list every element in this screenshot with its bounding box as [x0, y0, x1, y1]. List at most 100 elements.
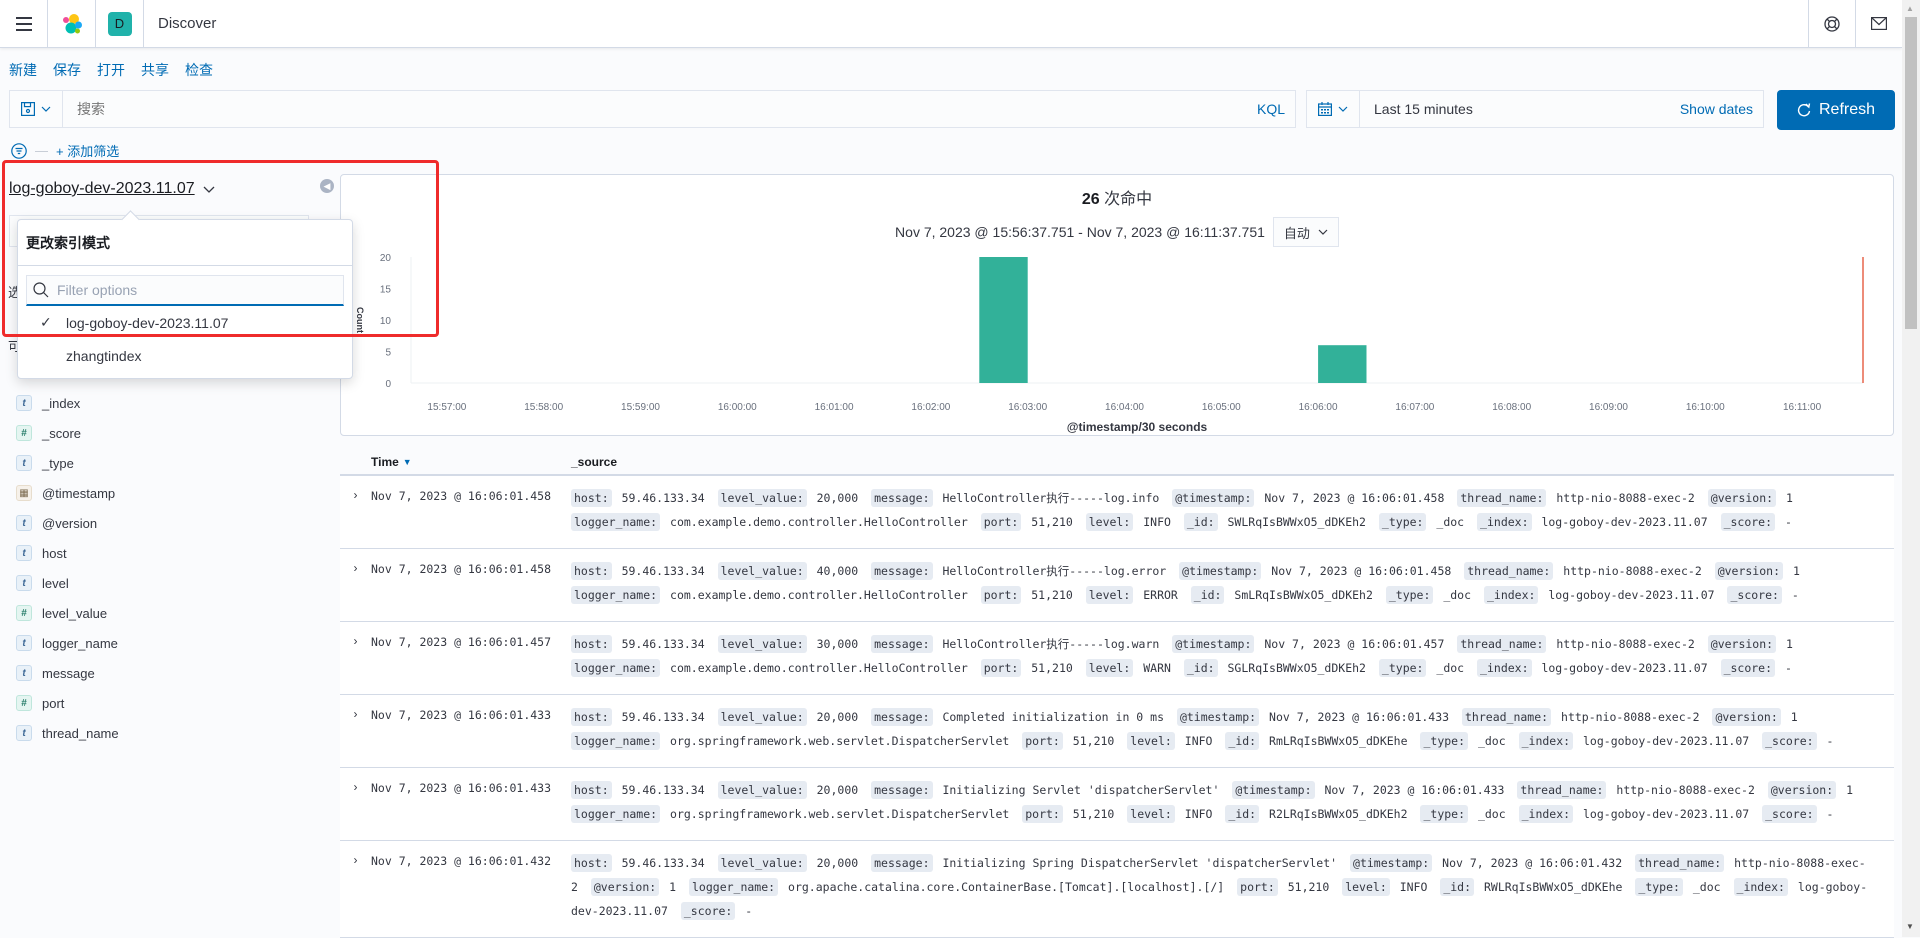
- filter-options-field[interactable]: [26, 275, 344, 306]
- expand-row-icon[interactable]: ›: [340, 778, 371, 826]
- field-item[interactable]: ▦ @timestamp: [16, 478, 119, 508]
- index-pattern-selector[interactable]: log-goboy-dev-2023.11.07: [9, 180, 215, 198]
- mail-icon: [1871, 17, 1887, 30]
- source-field-key: _index:: [1518, 732, 1574, 750]
- filter-options-input[interactable]: [57, 282, 337, 298]
- source-field-value: Initializing Spring DispatcherServlet 'd…: [942, 856, 1338, 870]
- expand-row-icon[interactable]: ›: [340, 705, 371, 753]
- kibana-logo[interactable]: [48, 0, 96, 48]
- source-field-key: host:: [571, 781, 612, 799]
- source-field-key: @version:: [1707, 489, 1777, 507]
- elastic-logo-icon: [62, 13, 82, 33]
- page-scrollbar[interactable]: ▲ ▼: [1902, 0, 1920, 937]
- source-field-key: level:: [1127, 732, 1175, 750]
- hamburger-icon: [15, 16, 32, 31]
- field-item[interactable]: t _type: [16, 448, 119, 478]
- field-item[interactable]: # _score: [16, 418, 119, 448]
- open-link[interactable]: 打开: [97, 60, 125, 80]
- field-name: _index: [42, 395, 81, 411]
- source-field-key: _score:: [1727, 586, 1782, 604]
- source-field-key: thread_name:: [1457, 635, 1547, 653]
- field-item[interactable]: # level_value: [16, 598, 119, 628]
- field-item[interactable]: t level: [16, 568, 119, 598]
- row-time: Nov 7, 2023 @ 16:06:01.433: [371, 708, 552, 722]
- string-type-icon: t: [16, 455, 32, 471]
- scroll-up-arrow-icon[interactable]: ▲: [1906, 4, 1914, 13]
- collapse-sidebar-icon[interactable]: ◀: [320, 179, 334, 193]
- source-field-key: @version:: [590, 878, 660, 896]
- filter-bar: — + 添加筛选: [11, 141, 119, 160]
- help-button[interactable]: [1808, 0, 1855, 48]
- search-input[interactable]: [63, 91, 1257, 127]
- table-header: Time ▼ _source: [340, 450, 1894, 476]
- row-source: host: 59.46.133.34 level_value: 30,000 m…: [571, 632, 1894, 680]
- source-field-value: 59.46.133.34: [621, 856, 705, 870]
- expand-row-icon[interactable]: ›: [340, 632, 371, 680]
- quick-select-button[interactable]: [1307, 91, 1360, 127]
- field-item[interactable]: t host: [16, 538, 119, 568]
- inspect-link[interactable]: 检查: [185, 60, 213, 80]
- index-option[interactable]: zhangtindex: [18, 339, 352, 372]
- x-tick-label: 16:11:00: [1783, 402, 1822, 413]
- index-option[interactable]: ✓ log-goboy-dev-2023.11.07: [18, 306, 352, 339]
- time-range-text: Nov 7, 2023 @ 15:56:37.751 - Nov 7, 2023…: [895, 224, 1265, 240]
- field-item[interactable]: t logger_name: [16, 628, 119, 658]
- x-tick-label: 16:05:00: [1202, 402, 1241, 413]
- interval-select[interactable]: 自动: [1272, 217, 1339, 247]
- time-column-header[interactable]: Time ▼: [340, 455, 571, 469]
- source-field-key: level_value:: [717, 489, 807, 507]
- x-tick-label: 16:08:00: [1492, 402, 1531, 413]
- breadcrumb[interactable]: Discover: [144, 15, 216, 32]
- x-tick-label: 16:03:00: [1008, 402, 1047, 413]
- number-type-icon: #: [16, 605, 32, 621]
- field-item[interactable]: # port: [16, 688, 119, 718]
- source-field-key: _type:: [1635, 878, 1683, 896]
- field-item[interactable]: t message: [16, 658, 119, 688]
- source-field-value: log-goboy-dev-2023.11.07: [1541, 515, 1708, 529]
- space-avatar: D: [107, 11, 132, 36]
- source-field-value: INFO: [1399, 880, 1428, 894]
- filter-options-icon[interactable]: [11, 142, 27, 159]
- source-field-value: 59.46.133.34: [621, 564, 705, 578]
- space-selector[interactable]: D: [96, 0, 144, 48]
- source-field-key: _id:: [1183, 513, 1218, 531]
- expand-row-icon[interactable]: ›: [340, 559, 371, 607]
- source-field-value: -: [1826, 734, 1834, 748]
- option-label: zhangtindex: [66, 347, 142, 364]
- query-language-button[interactable]: KQL: [1257, 101, 1295, 117]
- saved-query-button[interactable]: [10, 91, 63, 127]
- scroll-thumb[interactable]: [1905, 17, 1917, 329]
- scroll-down-arrow-icon[interactable]: ▼: [1906, 922, 1914, 931]
- source-field-value: _doc: [1477, 734, 1506, 748]
- save-link[interactable]: 保存: [53, 60, 81, 80]
- share-link[interactable]: 共享: [141, 60, 169, 80]
- source-field-key: logger_name:: [571, 805, 661, 823]
- field-item[interactable]: t thread_name: [16, 718, 119, 748]
- newsfeed-button[interactable]: [1855, 0, 1902, 48]
- table-row: › Nov 7, 2023 @ 16:06:01.458 host: 59.46.1…: [340, 476, 1894, 549]
- source-field-key: _index:: [1733, 878, 1788, 896]
- source-field-key: thread_name:: [1464, 562, 1554, 580]
- expand-row-icon[interactable]: ›: [340, 486, 371, 534]
- time-range-display[interactable]: Last 15 minutes: [1360, 101, 1680, 117]
- menu-button[interactable]: [0, 0, 48, 48]
- source-field-value: 20,000: [816, 856, 859, 870]
- new-link[interactable]: 新建: [9, 60, 37, 80]
- sort-desc-icon[interactable]: ▼: [403, 457, 412, 467]
- source-field-value: org.springframework.web.servlet.Dispatch…: [670, 807, 1010, 821]
- source-field-value: http-nio-8088-exec-2: [1556, 637, 1695, 651]
- option-label: log-goboy-dev-2023.11.07: [66, 314, 229, 331]
- expand-row-icon[interactable]: ›: [340, 851, 371, 923]
- show-dates-button[interactable]: Show dates: [1680, 101, 1763, 117]
- source-field-key: @timestamp:: [1172, 635, 1255, 653]
- source-field-key: _id:: [1190, 586, 1225, 604]
- x-tick-label: 16:02:00: [911, 402, 950, 413]
- string-type-icon: t: [16, 395, 32, 411]
- field-item[interactable]: t @version: [16, 508, 119, 538]
- refresh-button[interactable]: Refresh: [1777, 90, 1895, 130]
- source-field-key: logger_name:: [571, 732, 661, 750]
- source-field-key: _score:: [1720, 513, 1776, 531]
- field-item[interactable]: t _index: [16, 388, 119, 418]
- add-filter-button[interactable]: + 添加筛选: [56, 141, 119, 160]
- source-field-key: port:: [980, 586, 1022, 604]
